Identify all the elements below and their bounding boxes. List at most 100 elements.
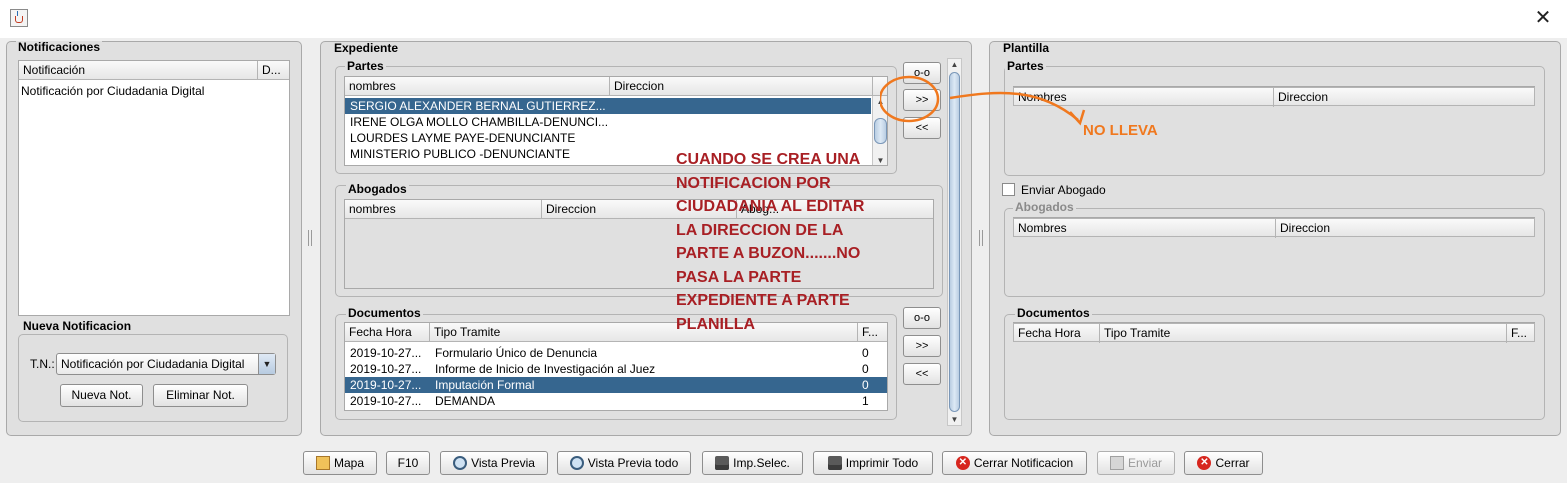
close-circle-icon: ✕ [955, 455, 970, 470]
table-header: nombres Direccion [345, 77, 887, 96]
table-row[interactable]: 2019-10-27... Formulario Único de Denunc… [345, 345, 887, 361]
table-cell: MINISTERIO PUBLICO -DENUNCIANTE [350, 147, 571, 161]
enviar-button[interactable]: Enviar [1097, 451, 1175, 475]
table-row[interactable]: SERGIO ALEXANDER BERNAL GUTIERREZ... [345, 98, 871, 114]
column-header[interactable]: D... [258, 61, 289, 80]
table-row[interactable]: 2019-10-27... Informe de Inicio de Inves… [345, 361, 887, 377]
button-label: Cerrar [1215, 456, 1250, 470]
chevron-down-icon[interactable]: ▼ [258, 354, 275, 374]
mapa-button[interactable]: Mapa [303, 451, 377, 475]
splitter-grip-left[interactable] [308, 230, 312, 246]
cerrar-notificacion-button[interactable]: ✕ Cerrar Notificacion [942, 451, 1087, 475]
imprimir-todo-button[interactable]: Imprimir Todo [813, 451, 933, 475]
column-header[interactable]: nombres [345, 200, 542, 219]
documentos-move-right-button[interactable]: >> [903, 335, 941, 357]
table-cell: DEMANDA [435, 394, 496, 408]
printer-icon [827, 455, 842, 470]
imp-selec-button[interactable]: Imp.Selec. [702, 451, 803, 475]
table-row[interactable]: Notificación por Ciudadania Digital [19, 83, 289, 99]
column-header[interactable]: Tipo Tramite [1100, 324, 1507, 343]
table-cell: Formulario Único de Denuncia [435, 346, 598, 360]
vista-previa-todo-button[interactable]: Vista Previa todo [557, 451, 691, 475]
column-header[interactable]: nombres [345, 77, 610, 96]
column-header[interactable]: Direccion [1276, 219, 1534, 238]
column-header[interactable]: F... [1507, 324, 1534, 343]
plantilla-title: Plantilla [1001, 41, 1052, 55]
table-cell: LOURDES LAYME PAYE-DENUNCIANTE [350, 131, 576, 145]
button-label: Imp.Selec. [733, 456, 790, 470]
close-circle-icon: ✕ [1197, 455, 1212, 470]
plantilla-documentos-title: Documentos [1015, 306, 1092, 320]
table-cell: 0 [862, 362, 869, 376]
table-cell: IRENE OLGA MOLLO CHAMBILLA-DENUNCI... [350, 115, 609, 129]
map-icon [315, 455, 330, 470]
column-header[interactable]: Fecha Hora [345, 323, 430, 342]
note-line: CIUDADANIA AL EDITAR [676, 198, 865, 215]
document-icon [1109, 455, 1124, 470]
table-row[interactable]: IRENE OLGA MOLLO CHAMBILLA-DENUNCI... [345, 114, 871, 130]
button-label: Mapa [333, 456, 365, 470]
table-header: Fecha Hora Tipo Tramite F... [1013, 323, 1535, 343]
plantilla-documentos-table[interactable]: Fecha Hora Tipo Tramite F... [1013, 322, 1535, 412]
printer-icon [715, 455, 730, 470]
note-line: LA DIRECCION DE LA [676, 221, 844, 239]
table-row[interactable]: 2019-10-27... Imputación Formal 0 [345, 377, 887, 393]
note-line: PASA LA PARTE [676, 268, 802, 286]
magnifier-icon [569, 455, 584, 470]
enviar-abogado-checkbox[interactable] [1002, 183, 1015, 196]
column-header[interactable]: Nombres [1014, 219, 1276, 238]
select-value: Notificación por Ciudadania Digital [61, 357, 245, 371]
documentos-move-left-button[interactable]: << [903, 363, 941, 385]
table-cell: 0 [862, 346, 869, 360]
vista-previa-button[interactable]: Vista Previa [440, 451, 548, 475]
expediente-documentos-title: Documentos [346, 306, 423, 320]
table-row[interactable]: 2019-10-27... DEMANDA 1 [345, 393, 887, 409]
magnifier-icon [453, 455, 468, 470]
nueva-notificacion-title: Nueva Notificacion [21, 319, 134, 333]
table-cell: Informe de Inicio de Investigación al Ju… [435, 362, 656, 376]
notificaciones-table[interactable]: Notificación D... Notificación por Ciuda… [18, 60, 290, 316]
scroll-down-icon[interactable]: ▼ [873, 155, 887, 165]
tn-label: T.N.: [30, 357, 55, 371]
table-cell: Notificación por Ciudadania Digital [21, 84, 205, 98]
java-cup-icon [10, 9, 28, 27]
expediente-partes-title: Partes [345, 59, 386, 73]
title-bar: ✕ [0, 0, 1567, 38]
note-line: EXPEDIENTE A PARTE [676, 292, 850, 309]
column-header[interactable]: Notificación [19, 61, 258, 80]
expediente-title: Expediente [332, 41, 401, 55]
annotation-arrow-line [949, 91, 1079, 121]
column-header[interactable]: Direccion [610, 77, 873, 96]
enviar-abogado-label: Enviar Abogado [1021, 183, 1106, 197]
window-close-button[interactable]: ✕ [1532, 6, 1554, 28]
plantilla-abogados-table[interactable]: Nombres Direccion [1013, 217, 1535, 287]
table-row[interactable]: LOURDES LAYME PAYE-DENUNCIANTE [345, 130, 871, 146]
eliminar-notificacion-button[interactable]: Eliminar Not. [153, 384, 248, 407]
documentos-link-button[interactable]: o-o [903, 307, 941, 329]
cerrar-button[interactable]: ✕ Cerrar [1184, 451, 1263, 475]
annotation-note: CUANDO SE CREA UNA NOTIFICACION POR CIUD… [676, 148, 864, 336]
column-header[interactable]: Fecha Hora [1014, 324, 1100, 343]
note-line: PARTE A BUZON.......NO [676, 245, 861, 262]
table-cell: SERGIO ALEXANDER BERNAL GUTIERREZ... [350, 99, 606, 113]
annotation-no-lleva: NO LLEVA [1083, 122, 1158, 139]
note-line: NOTIFICACION POR [676, 174, 831, 192]
f10-button[interactable]: F10 [386, 451, 430, 475]
table-cell: 0 [862, 378, 869, 392]
note-line: CUANDO SE CREA UNA [676, 151, 861, 168]
tipo-notificacion-select[interactable]: Notificación por Ciudadania Digital ▼ [56, 353, 276, 375]
table-header: Notificación D... [19, 61, 289, 80]
column-header[interactable]: Direccion [1274, 88, 1534, 107]
table-header: Nombres Direccion [1013, 218, 1535, 238]
table-cell: Imputación Formal [435, 378, 535, 392]
annotation-circle [880, 75, 940, 123]
button-label: Imprimir Todo [845, 456, 919, 470]
nueva-notificacion-button[interactable]: Nueva Not. [60, 384, 143, 407]
button-label: Vista Previa todo [587, 456, 679, 470]
button-label: Vista Previa [471, 456, 535, 470]
splitter-grip-right[interactable] [979, 230, 983, 246]
table-cell: 2019-10-27... [350, 346, 422, 360]
table-cell: 1 [862, 394, 869, 408]
scroll-down-icon[interactable]: ▼ [948, 414, 961, 425]
plantilla-abogados-title: Abogados [1013, 200, 1076, 214]
